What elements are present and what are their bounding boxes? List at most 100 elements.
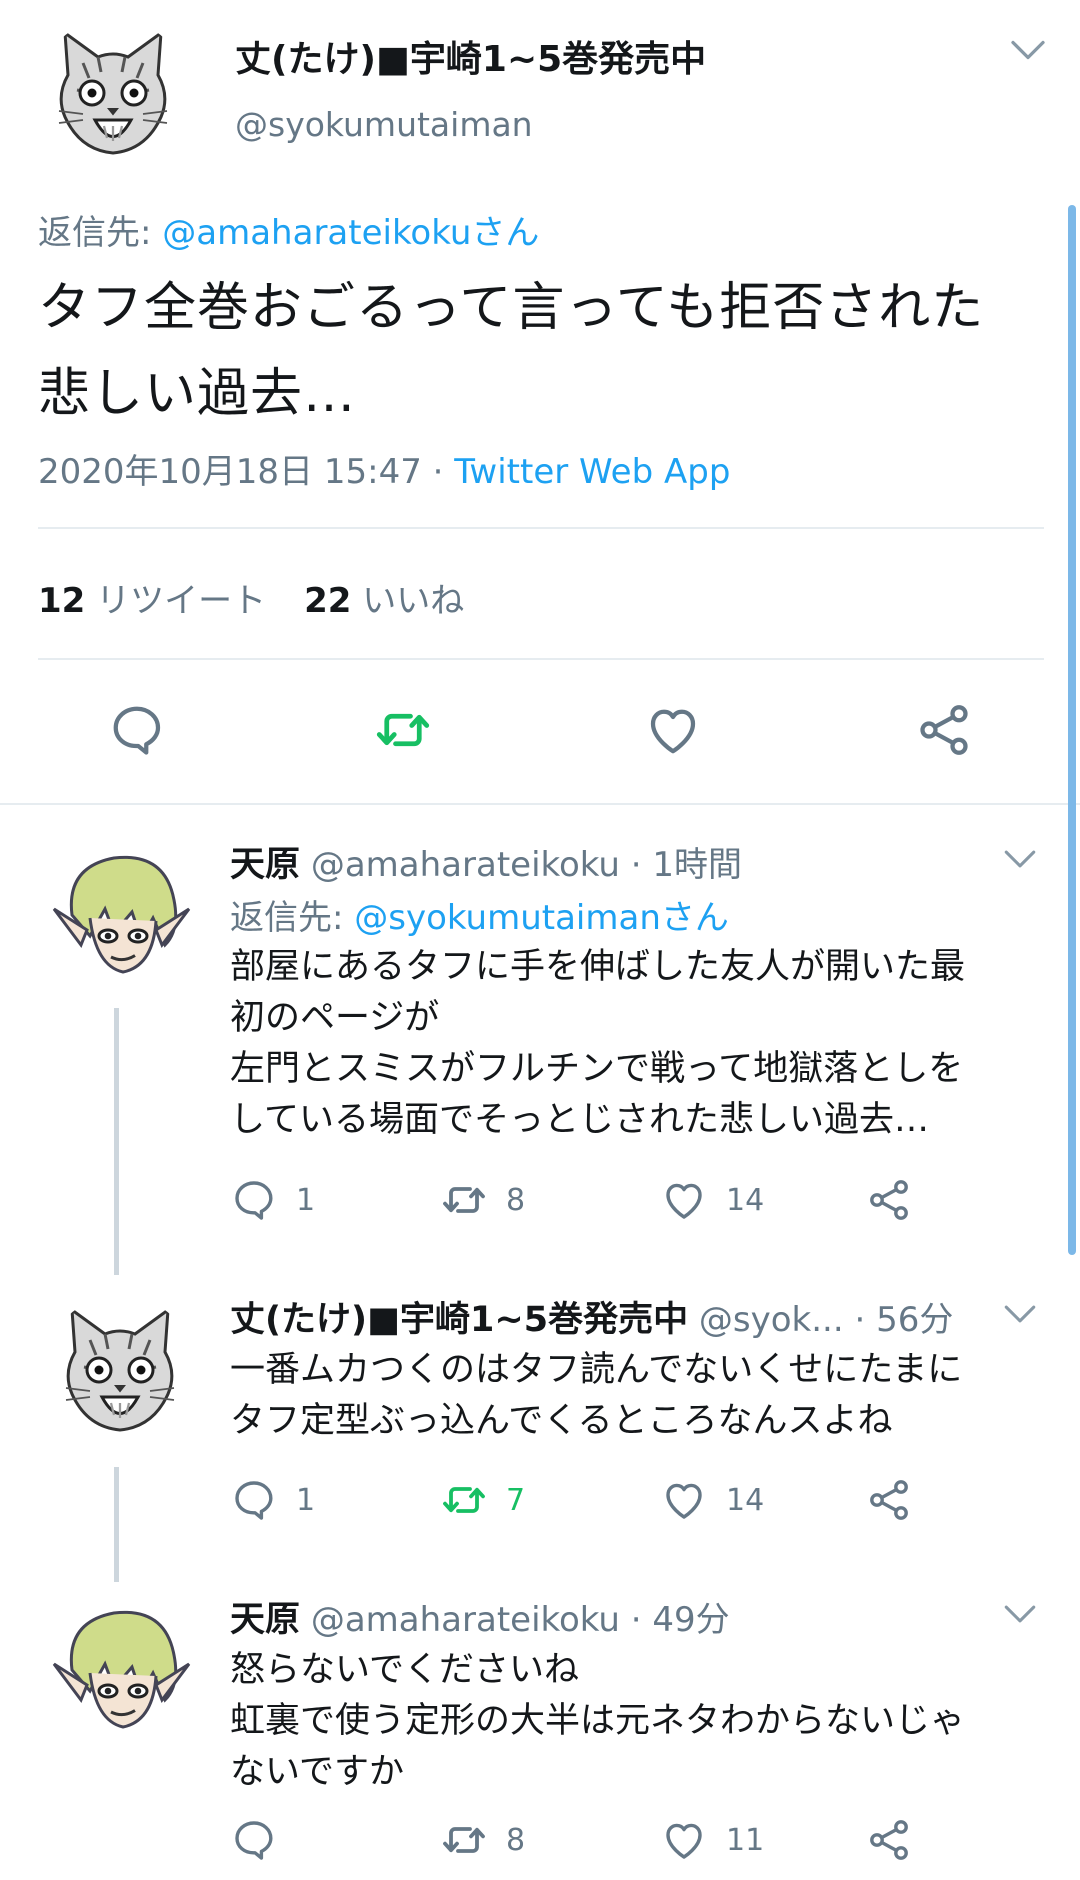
- tweet-text-line: 怒らないでくださいね: [230, 1650, 579, 1690]
- more-options-button[interactable]: [1003, 1603, 1037, 1625]
- share-button[interactable]: [914, 700, 974, 760]
- retweet-label: リツイート: [96, 581, 267, 621]
- reply-button[interactable]: 1: [230, 1475, 315, 1525]
- author-handle[interactable]: @syokumutaiman: [235, 105, 533, 144]
- tweet-text-line: 左門とスミスがフルチンで戦って地獄落としを: [230, 1049, 964, 1089]
- retweet-button[interactable]: 8: [440, 1815, 525, 1865]
- tweet-time[interactable]: · 56分: [844, 1300, 953, 1340]
- tweet-header: 天原 @amaharateikoku · 49分: [230, 1591, 730, 1642]
- like-button[interactable]: 14: [660, 1475, 764, 1525]
- reply-button[interactable]: [107, 700, 167, 760]
- thread-line: [114, 1008, 119, 1275]
- thread-line: [114, 1467, 119, 1582]
- tweet-text-line: ないですか: [230, 1752, 404, 1792]
- chevron-down-icon: [1003, 848, 1037, 870]
- cat-avatar-icon: [45, 1295, 195, 1445]
- tweet-text: 一番ムカつくのはタフ読んでないくせにたまに タフ定型ぶっ込んでくるところなんスよ…: [230, 1345, 1050, 1447]
- reply-to-link[interactable]: @syokumutaimanさん: [354, 898, 729, 938]
- avatar[interactable]: [45, 840, 195, 990]
- elf-avatar-icon: [45, 840, 195, 990]
- share-icon: [914, 700, 974, 760]
- like-label: いいね: [362, 581, 465, 621]
- reply-tweet[interactable]: 天原 @amaharateikoku · 49分 怒らないでくださいね 虹裏で使…: [0, 1585, 1080, 1880]
- like-icon: [660, 1176, 708, 1224]
- cat-avatar-icon: [38, 18, 188, 168]
- tweet-header: 天原 @amaharateikoku · 1時間: [230, 836, 742, 887]
- avatar[interactable]: [45, 1595, 195, 1745]
- reply-icon: [230, 1176, 278, 1224]
- tweet-text-line: 一番ムカつくのはタフ読んでないくせにたまに: [230, 1350, 963, 1390]
- retweet-stat[interactable]: 12 リツイート: [38, 581, 266, 621]
- elf-avatar-icon: [45, 1595, 195, 1745]
- reply-icon: [230, 1476, 278, 1524]
- author-name[interactable]: 丈(たけ)■宇崎1~5巻発売中: [235, 30, 706, 82]
- share-icon: [865, 1816, 913, 1864]
- share-button[interactable]: [865, 1175, 913, 1225]
- like-count: 22: [304, 581, 352, 621]
- source-link[interactable]: Twitter Web App: [454, 452, 730, 492]
- retweet-count: 8: [506, 1182, 526, 1218]
- author-handle[interactable]: @amaharateikoku: [311, 1600, 620, 1640]
- retweet-button[interactable]: [373, 700, 433, 760]
- author-name[interactable]: 丈(たけ)■宇崎1~5巻発売中: [230, 1300, 688, 1340]
- like-button[interactable]: 11: [660, 1815, 764, 1865]
- avatar[interactable]: [38, 18, 188, 168]
- avatar[interactable]: [45, 1295, 195, 1445]
- tweet-text-line: している場面でそっとじされた悲しい過去…: [230, 1100, 929, 1140]
- tweet-time[interactable]: · 1時間: [620, 845, 742, 885]
- share-button[interactable]: [865, 1815, 913, 1865]
- retweet-count: 7: [506, 1482, 526, 1518]
- reply-button[interactable]: 1: [230, 1175, 315, 1225]
- tweet-text-line: 初のページが: [230, 998, 440, 1038]
- more-options-button[interactable]: [1010, 38, 1046, 62]
- tweet-text-line: 虹裏で使う定形の大半は元ネタわからないじゃ: [230, 1701, 966, 1741]
- share-icon: [865, 1476, 913, 1524]
- retweet-button[interactable]: 8: [440, 1175, 525, 1225]
- chevron-down-icon: [1003, 1603, 1037, 1625]
- share-button[interactable]: [865, 1475, 913, 1525]
- reply-button[interactable]: [230, 1815, 296, 1865]
- chevron-down-icon: [1010, 38, 1046, 62]
- reply-tweet[interactable]: 丈(たけ)■宇崎1~5巻発売中 @syok... · 56分 一番ムカつくのはタ…: [0, 1285, 1080, 1585]
- like-stat[interactable]: 22 いいね: [304, 581, 464, 621]
- like-count: 14: [726, 1482, 765, 1518]
- author-handle[interactable]: @syok...: [699, 1300, 844, 1340]
- like-icon: [660, 1816, 708, 1864]
- more-options-button[interactable]: [1003, 848, 1037, 870]
- share-icon: [865, 1176, 913, 1224]
- tweet-text: タフ全巻おごるって言っても拒否された 悲しい過去…: [38, 265, 1048, 437]
- tweet-time[interactable]: · 49分: [620, 1600, 730, 1640]
- like-button[interactable]: 14: [660, 1175, 764, 1225]
- tweet-actions: 1 7 14: [230, 1475, 1050, 1525]
- tweet-text-line: 悲しい過去…: [38, 364, 357, 424]
- tweet-text-line: 部屋にあるタフに手を伸ばした友人が開いた最: [230, 947, 966, 987]
- retweet-icon: [440, 1176, 488, 1224]
- reply-count: 1: [296, 1482, 316, 1518]
- tweet-actions: [0, 700, 1080, 770]
- tweet-meta: 2020年10月18日 15:47 · Twitter Web App: [38, 444, 730, 493]
- main-tweet: 丈(たけ)■宇崎1~5巻発売中 @syokumutaiman 返信先: @ama…: [0, 0, 1080, 805]
- like-button[interactable]: [643, 700, 703, 760]
- reply-icon: [230, 1816, 278, 1864]
- author-handle[interactable]: @amaharateikoku: [311, 845, 620, 885]
- divider: [38, 527, 1044, 529]
- retweet-icon: [373, 700, 433, 760]
- retweet-button[interactable]: 7: [440, 1475, 525, 1525]
- tweet-actions: 1 8 14: [230, 1175, 1050, 1225]
- reply-tweet[interactable]: 天原 @amaharateikoku · 1時間 返信先: @syokumuta…: [0, 830, 1080, 1275]
- reply-count: 1: [296, 1182, 316, 1218]
- tweet-stats: 12 リツイート 22 いいね: [38, 573, 464, 622]
- more-options-button[interactable]: [1003, 1303, 1037, 1325]
- author-name[interactable]: 天原: [230, 1600, 300, 1640]
- like-count: 14: [726, 1182, 765, 1218]
- tweet-text: 部屋にあるタフに手を伸ばした友人が開いた最 初のページが 左門とスミスがフルチン…: [230, 942, 1050, 1146]
- tweet-actions: 8 11: [230, 1815, 1050, 1865]
- tweet-text: 怒らないでくださいね 虹裏で使う定形の大半は元ネタわからないじゃ ないですか: [230, 1645, 1050, 1798]
- reply-to-link[interactable]: @amaharateikokuさん: [162, 213, 539, 253]
- retweet-count: 8: [506, 1822, 526, 1858]
- divider: [38, 658, 1044, 660]
- divider: [0, 803, 1080, 805]
- like-icon: [660, 1476, 708, 1524]
- author-name[interactable]: 天原: [230, 845, 300, 885]
- timestamp[interactable]: 2020年10月18日 15:47 ·: [38, 452, 454, 492]
